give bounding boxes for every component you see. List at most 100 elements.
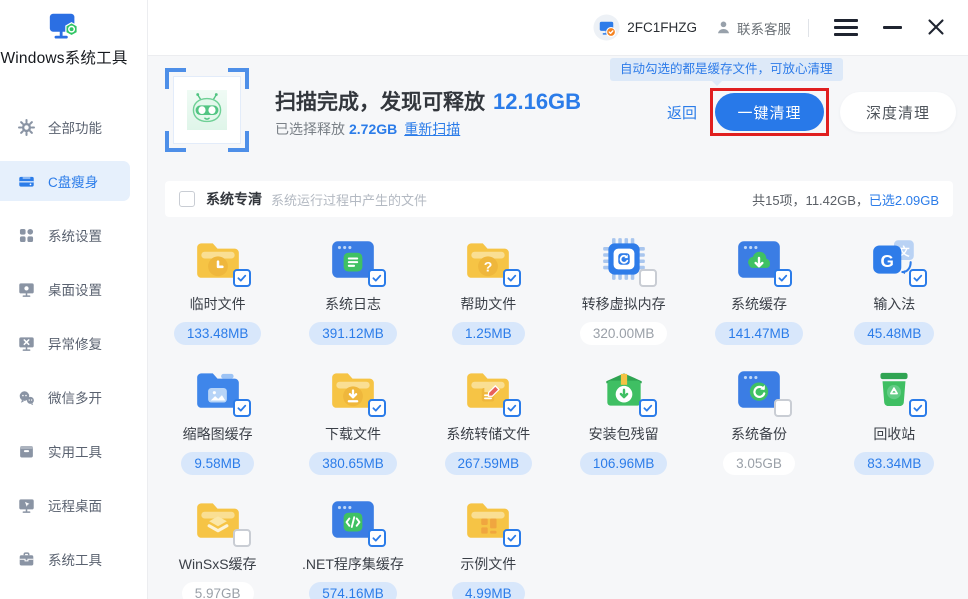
file-category-item[interactable]: 示例文件4.99MB <box>421 494 556 599</box>
file-category-item[interactable]: ?帮助文件1.25MB <box>421 234 556 364</box>
monitor-icon <box>18 281 35 298</box>
sidebar-item-2[interactable]: C盘瘦身 <box>0 161 130 201</box>
scan-result-subtitle: 已选择释放2.72GB重新扫描 <box>275 119 460 139</box>
section-title: 系统专清 <box>206 189 262 209</box>
sidebar-item-label: 异常修复 <box>48 333 102 353</box>
file-category-label: 系统转储文件 <box>446 424 530 444</box>
file-category-item[interactable]: 系统日志391.12MB <box>285 234 420 364</box>
file-category-item[interactable]: .NET程序集缓存 574.16MB <box>285 494 420 599</box>
sidebar-item-3[interactable]: 系统设置 <box>0 215 130 255</box>
titlebar-divider <box>148 55 968 56</box>
sidebar-item-9[interactable]: 系统工具 <box>0 539 130 579</box>
sidebar-item-1[interactable]: 全部功能 <box>0 107 130 147</box>
selected-stats[interactable]: 已选2.09GB <box>869 193 939 208</box>
file-category-label: 系统缓存 <box>731 294 787 314</box>
sidebar-item-label: 全部功能 <box>48 117 102 137</box>
item-checkbox[interactable] <box>639 269 657 287</box>
scan-result-illustration <box>165 68 249 152</box>
sidebar-item-label: 远程桌面 <box>48 495 102 515</box>
item-checkbox[interactable] <box>368 269 386 287</box>
deep-clean-button[interactable]: 深度清理 <box>840 92 956 132</box>
file-category-label: 安装包残留 <box>589 424 659 444</box>
sidebar-item-4[interactable]: 桌面设置 <box>0 269 130 309</box>
item-checkbox[interactable] <box>233 399 251 417</box>
device-id: 2FC1FHZG <box>627 20 697 35</box>
file-size-badge: 391.12MB <box>309 322 397 345</box>
sidebar-item-7[interactable]: 实用工具 <box>0 431 130 471</box>
item-checkbox[interactable] <box>368 399 386 417</box>
file-category-item[interactable]: 系统转储文件 267.59MB <box>421 364 556 494</box>
file-category-label: WinSxS缓存 <box>179 554 257 574</box>
one-click-clean-button[interactable]: 一键清理 <box>715 93 824 131</box>
minimize-button[interactable] <box>883 18 903 38</box>
item-checkbox[interactable] <box>774 269 792 287</box>
file-size-badge: 267.59MB <box>445 452 533 475</box>
monitor-check-icon <box>593 14 620 41</box>
file-category-item[interactable]: 系统备份3.05GB <box>691 364 826 494</box>
rescan-link[interactable]: 重新扫描 <box>404 121 460 137</box>
file-category-label: 转移虚拟内存 <box>582 294 666 314</box>
dots-grid-icon <box>18 227 35 244</box>
sidebar-item-6[interactable]: 微信多开 <box>0 377 130 417</box>
item-checkbox[interactable] <box>503 529 521 547</box>
file-size-badge: 4.99MB <box>452 582 525 599</box>
sidebar-item-8[interactable]: 远程桌面 <box>0 485 130 525</box>
file-size-badge: 380.65MB <box>309 452 397 475</box>
sidebar-item-5[interactable]: 异常修复 <box>0 323 130 363</box>
file-size-badge: 141.47MB <box>715 322 803 345</box>
contact-support-button[interactable]: 联系客服 <box>715 18 791 38</box>
svg-text:?: ? <box>484 259 493 275</box>
sidebar: Windows系统工具 全部功能 C盘瘦身系统设置桌面设置异常修复微信多开实用工具… <box>0 0 148 599</box>
file-category-item[interactable]: 转移虚拟内存320.00MB <box>556 234 691 364</box>
item-checkbox[interactable] <box>774 399 792 417</box>
contact-support-label: 联系客服 <box>737 18 791 38</box>
item-checkbox[interactable] <box>909 269 927 287</box>
menu-icon[interactable] <box>834 19 858 36</box>
item-checkbox[interactable] <box>503 399 521 417</box>
file-size-badge: 83.34MB <box>854 452 934 475</box>
chat-bubbles-icon <box>18 389 35 406</box>
file-category-item[interactable]: 缩略图缓存 9.58MB <box>150 364 285 494</box>
file-category-label: 临时文件 <box>190 294 246 314</box>
file-category-item[interactable]: 回收站 83.34MB <box>827 364 962 494</box>
app-logo: Windows系统工具 <box>0 0 128 68</box>
sidebar-item-label: 微信多开 <box>48 387 102 407</box>
file-category-item[interactable]: 文G输入法45.48MB <box>827 234 962 364</box>
briefcase-icon <box>18 551 35 568</box>
file-category-item[interactable]: 安装包残留106.96MB <box>556 364 691 494</box>
file-category-item[interactable]: 临时文件133.48MB <box>150 234 285 364</box>
drive-icon <box>18 173 35 190</box>
sidebar-item-label: 系统工具 <box>48 549 102 569</box>
item-checkbox[interactable] <box>233 529 251 547</box>
item-checkbox[interactable] <box>503 269 521 287</box>
item-checkbox[interactable] <box>233 269 251 287</box>
select-all-checkbox[interactable] <box>179 191 195 207</box>
sidebar-menu: 全部功能 C盘瘦身系统设置桌面设置异常修复微信多开实用工具远程桌面系统工具 <box>0 107 148 593</box>
file-category-label: 缩略图缓存 <box>183 424 253 444</box>
file-category-item[interactable]: 下载文件380.65MB <box>285 364 420 494</box>
item-checkbox[interactable] <box>639 399 657 417</box>
file-size-badge: 574.16MB <box>309 582 397 599</box>
remote-desktop-icon <box>18 497 35 514</box>
device-id-badge[interactable]: 2FC1FHZG <box>593 14 697 41</box>
file-category-grid: 临时文件133.48MB系统日志391.12MB?帮助文件1.25MB转移虚拟内… <box>150 234 962 599</box>
file-category-item[interactable]: WinSxS缓存 5.97GB <box>150 494 285 599</box>
file-size-badge: 9.58MB <box>181 452 254 475</box>
sidebar-item-label: 桌面设置 <box>48 279 102 299</box>
file-size-badge: 45.48MB <box>854 322 934 345</box>
app-title: Windows系统工具 <box>0 46 128 68</box>
system-clean-section-header: 系统专清 系统运行过程中产生的文件 共15项，11.42GB，已选2.09GB <box>165 181 953 217</box>
sidebar-item-label: 实用工具 <box>48 441 102 461</box>
close-button[interactable] <box>927 18 947 38</box>
item-checkbox[interactable] <box>368 529 386 547</box>
file-category-item[interactable]: 系统缓存 141.47MB <box>691 234 826 364</box>
file-category-label: .NET程序集缓存 <box>302 554 404 574</box>
auto-select-tooltip: 自动勾选的都是缓存文件，可放心清理 <box>610 58 843 81</box>
selected-size: 2.72GB <box>349 121 397 137</box>
app-logo-icon <box>47 9 81 45</box>
back-button[interactable]: 返回 <box>667 102 697 123</box>
item-checkbox[interactable] <box>909 399 927 417</box>
robot-icon <box>187 85 227 135</box>
file-category-label: 回收站 <box>873 424 915 444</box>
file-size-badge: 5.97GB <box>182 582 254 599</box>
